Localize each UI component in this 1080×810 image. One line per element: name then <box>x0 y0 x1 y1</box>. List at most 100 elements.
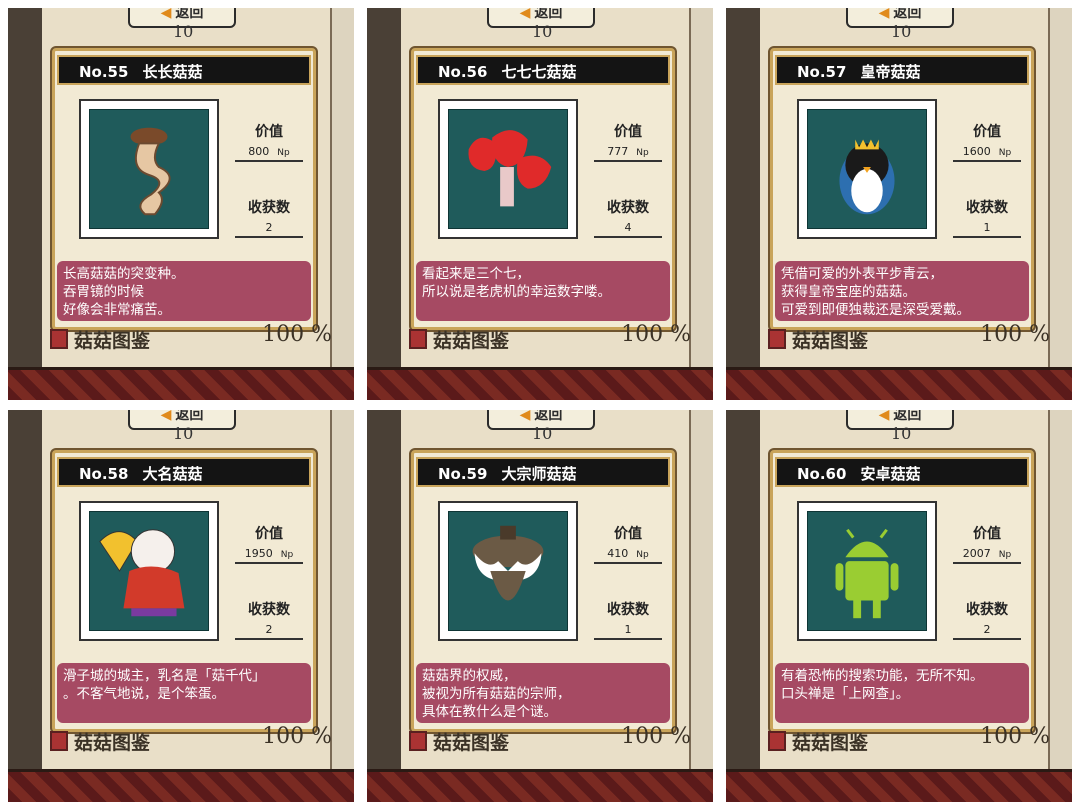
book-spine <box>367 410 401 770</box>
triple-seven-mushroom-icon <box>468 130 552 207</box>
book-icon <box>409 329 427 349</box>
price-value: 1950 <box>244 547 273 560</box>
mushroom-number: No.55 <box>79 63 129 81</box>
mushroom-description: 菇菇界的权威， 被视为所有菇菇的宗师， 具体在教什么是个谜。 <box>416 663 670 723</box>
harvest-count-stat: 收获数 1 <box>949 197 1025 238</box>
book-page-edge <box>330 8 354 368</box>
price-label: 价值 <box>973 526 1001 542</box>
mushroom-portrait <box>79 99 219 239</box>
mushroom-card: No.56 七七七菇菇 价值 777 Np 收获数 4 看起来是三个七， 所以说… <box>411 48 675 330</box>
price-unit: Np <box>636 550 649 560</box>
back-arrow-icon: ◀ <box>878 8 890 21</box>
grandmaster-mushroom-icon <box>472 525 544 601</box>
price-unit: Np <box>636 148 649 158</box>
mushroom-card: No.57 皇帝菇菇 价值 1600 Np 收获数 1 凭借可爱的外表平步青云，… <box>770 48 1034 330</box>
price-value: 410 <box>607 547 629 560</box>
price-stat: 价值 1600 Np <box>949 121 1025 162</box>
mushroom-description: 凭借可爱的外表平步青云， 获得皇帝宝座的菇菇。 可爱到即便独裁还是深受爱戴。 <box>775 261 1029 321</box>
portrait-background <box>807 511 927 631</box>
portrait-background <box>448 511 568 631</box>
completion-percent: 100 % <box>980 724 1050 749</box>
encyclopedia-label: 菇菇图鉴 <box>409 728 509 755</box>
price-label: 价值 <box>255 124 283 140</box>
mushroom-card: No.55 长长菇菇 价值 800 Np 收获数 2 长高菇菇的突变种。 吞胃镜… <box>52 48 316 330</box>
harvest-count-value: 2 <box>983 623 991 636</box>
encyclopedia-label: 菇菇图鉴 <box>50 728 150 755</box>
divider <box>235 638 303 640</box>
completion-percent: 100 % <box>621 724 691 749</box>
mushroom-name: 大宗师菇菇 <box>501 465 577 483</box>
price-value: 2007 <box>962 547 991 560</box>
emperor-penguin-mushroom-icon <box>839 139 895 215</box>
back-arrow-icon: ◀ <box>519 410 531 423</box>
screenshot-grid: ◀ 返回 10 No.55 长长菇菇 价值 800 Np 收获数 2 长高菇菇的… <box>0 0 1080 810</box>
price-stat: 价值 410 Np <box>590 523 666 564</box>
divider <box>594 562 662 564</box>
book-icon <box>768 731 786 751</box>
mushroom-portrait <box>797 501 937 641</box>
portrait-background <box>89 511 209 631</box>
back-arrow-icon: ◀ <box>519 8 531 21</box>
mushroom-card: No.60 安卓菇菇 价值 2007 Np 收获数 2 有着恐怖的搜索功能，无所… <box>770 450 1034 732</box>
divider <box>594 236 662 238</box>
book-spine <box>8 410 42 770</box>
back-button-label: 返回 <box>893 410 922 423</box>
book-page-edge <box>1048 410 1072 770</box>
portrait-background <box>448 109 568 229</box>
card-title-bar: No.59 大宗师菇菇 <box>416 457 670 487</box>
divider <box>235 160 303 162</box>
completion-percent: 100 % <box>262 322 332 347</box>
encyclopedia-screen: ◀ 返回 10 No.58 大名菇菇 价值 1950 Np 收获数 2 滑子城的… <box>8 410 354 802</box>
completion-percent: 100 % <box>262 724 332 749</box>
price-stat: 价值 1950 Np <box>231 523 307 564</box>
divider <box>594 160 662 162</box>
book-page-edge <box>689 410 713 770</box>
mushroom-portrait <box>438 501 578 641</box>
harvest-count-stat: 收获数 2 <box>231 197 307 238</box>
book-page-edge <box>689 8 713 368</box>
mushroom-name: 安卓菇菇 <box>860 465 921 483</box>
portrait-background <box>807 109 927 229</box>
card-title-bar: No.56 七七七菇菇 <box>416 55 670 85</box>
book-page-edge <box>330 410 354 770</box>
price-label: 价值 <box>614 526 642 542</box>
book-spine <box>726 8 760 368</box>
encyclopedia-screen: ◀ 返回 10 No.57 皇帝菇菇 价值 1600 Np 收获数 1 凭借可爱… <box>726 8 1072 400</box>
harvest-count-stat: 收获数 2 <box>949 599 1025 640</box>
mushroom-description: 看起来是三个七， 所以说是老虎机的幸运数字喽。 <box>416 261 670 321</box>
back-button-label: 返回 <box>175 8 204 21</box>
divider <box>953 638 1021 640</box>
mushroom-number: No.58 <box>79 465 129 483</box>
harvest-count-value: 2 <box>265 221 273 234</box>
mushroom-number: No.59 <box>438 465 488 483</box>
mushroom-name: 长长菇菇 <box>142 63 203 81</box>
mushroom-portrait <box>438 99 578 239</box>
back-arrow-icon: ◀ <box>160 8 172 21</box>
price-unit: Np <box>998 550 1012 560</box>
carpet-pattern <box>8 769 354 802</box>
mushroom-number: No.56 <box>438 63 488 81</box>
page-number: 10 <box>173 22 194 41</box>
page-number: 10 <box>532 424 553 443</box>
mushroom-number: No.60 <box>797 465 847 483</box>
card-title-bar: No.60 安卓菇菇 <box>775 457 1029 487</box>
encyclopedia-label: 菇菇图鉴 <box>50 326 150 353</box>
card-title-bar: No.58 大名菇菇 <box>57 457 311 487</box>
encyclopedia-screen: ◀ 返回 10 No.56 七七七菇菇 价值 777 Np 收获数 4 看起来是… <box>367 8 713 400</box>
price-label: 价值 <box>614 124 642 140</box>
price-value: 777 <box>607 145 629 158</box>
long-mushroom-icon <box>130 127 171 216</box>
harvest-count-label: 收获数 <box>966 200 1008 216</box>
card-title-bar: No.57 皇帝菇菇 <box>775 55 1029 85</box>
page-number: 10 <box>173 424 194 443</box>
book-icon <box>409 731 427 751</box>
harvest-count-stat: 收获数 1 <box>590 599 666 640</box>
carpet-pattern <box>367 367 713 400</box>
mushroom-card: No.59 大宗师菇菇 价值 410 Np 收获数 1 菇菇界的权威， 被视为所… <box>411 450 675 732</box>
divider <box>235 562 303 564</box>
back-arrow-icon: ◀ <box>160 410 172 423</box>
harvest-count-label: 收获数 <box>607 602 649 618</box>
book-spine <box>367 8 401 368</box>
harvest-count-stat: 收获数 2 <box>231 599 307 640</box>
carpet-pattern <box>726 367 1072 400</box>
